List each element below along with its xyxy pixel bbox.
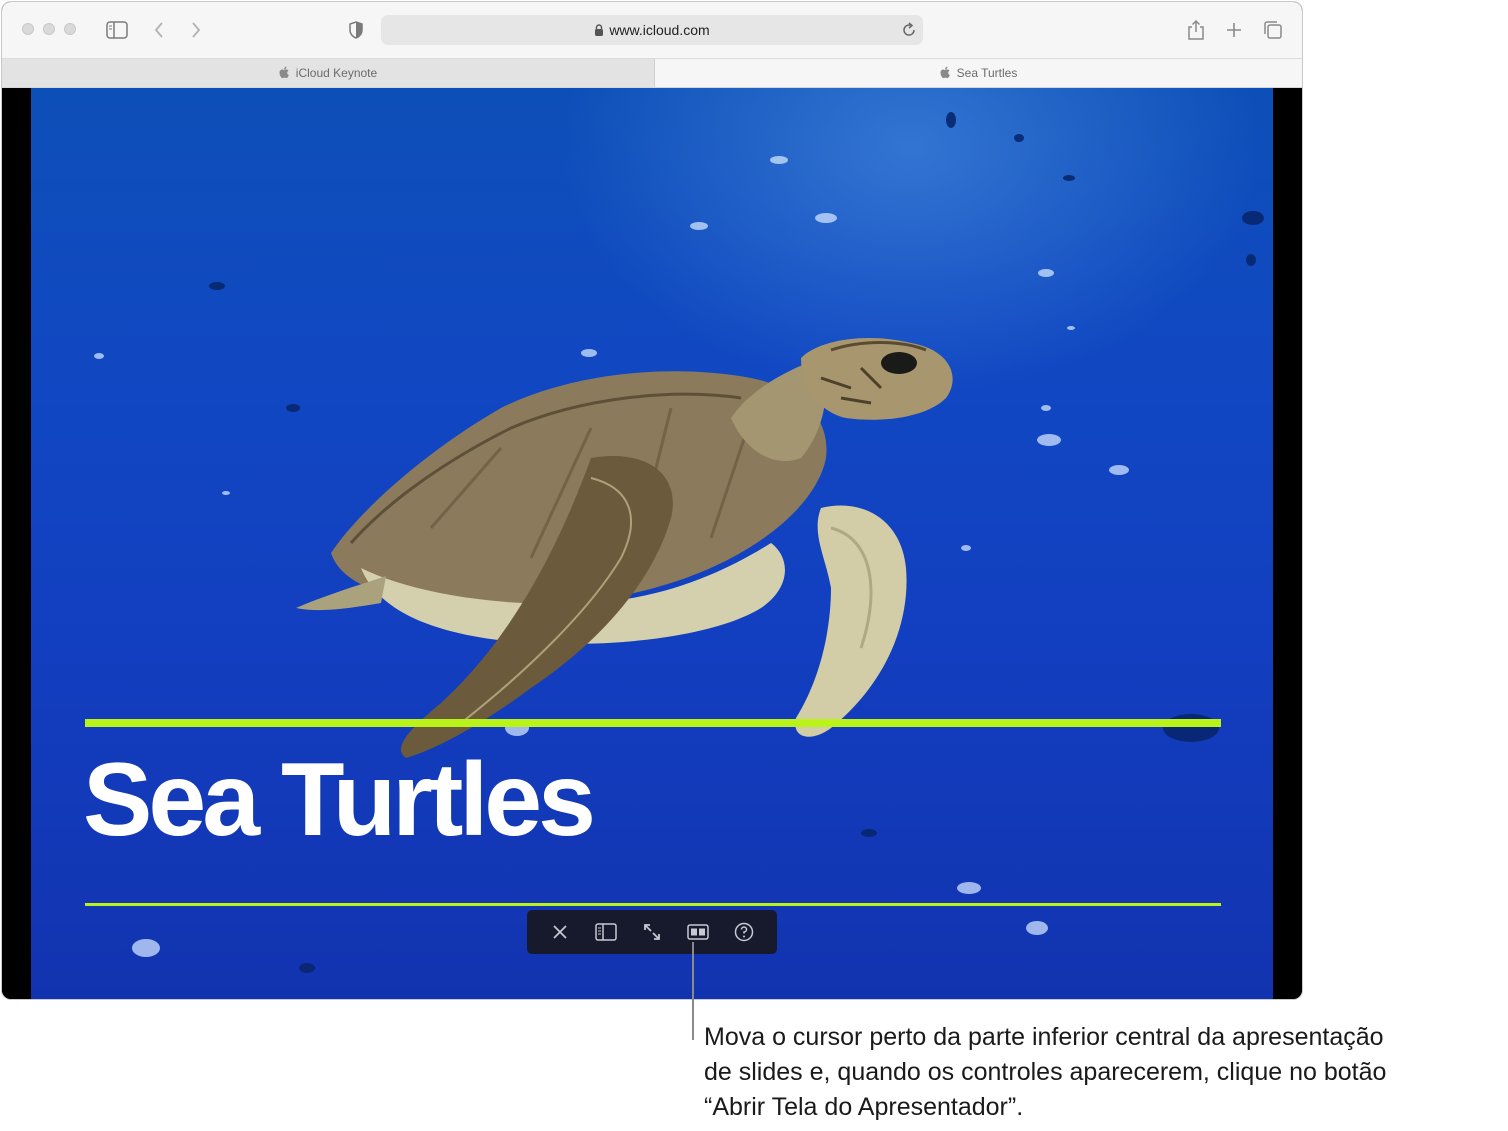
browser-window: www.icloud.com iCloud Keynote Sea Turtle… — [1, 1, 1303, 1000]
slide-title: Sea Turtles — [83, 742, 596, 858]
share-icon[interactable] — [1182, 16, 1210, 44]
address-bar[interactable]: www.icloud.com — [381, 15, 923, 45]
reload-icon[interactable] — [901, 22, 917, 43]
accent-rule-top — [85, 719, 1221, 727]
back-icon[interactable] — [145, 16, 173, 44]
slide[interactable]: Sea Turtles — [31, 88, 1273, 999]
close-icon[interactable] — [545, 917, 575, 947]
turtle-photo — [94, 112, 1264, 973]
help-icon[interactable] — [729, 917, 759, 947]
zoom-window-button[interactable] — [64, 23, 76, 35]
presenter-display-icon[interactable] — [683, 917, 713, 947]
caption-line: de slides e, quando os controles aparece… — [704, 1058, 1387, 1086]
url-text: www.icloud.com — [609, 22, 710, 38]
sidebar-toggle-icon[interactable] — [103, 16, 131, 44]
tab-icloud-keynote[interactable]: iCloud Keynote — [2, 59, 655, 87]
forward-icon[interactable] — [182, 16, 210, 44]
apple-icon — [279, 61, 290, 89]
caption-line: “Abrir Tela do Apresentador”. — [704, 1093, 1024, 1121]
apple-icon — [940, 61, 951, 89]
tab-label: Sea Turtles — [956, 66, 1018, 80]
lock-icon — [594, 16, 604, 46]
privacy-shield-icon[interactable] — [342, 16, 370, 44]
tab-sea-turtles[interactable]: Sea Turtles — [655, 59, 1302, 87]
accent-rule-bottom — [85, 903, 1221, 906]
sidebar-icon[interactable] — [591, 917, 621, 947]
tab-overview-icon[interactable] — [1259, 16, 1287, 44]
minimize-window-button[interactable] — [43, 23, 55, 35]
tab-label: iCloud Keynote — [295, 66, 378, 80]
browser-toolbar: www.icloud.com — [2, 2, 1302, 59]
close-window-button[interactable] — [22, 23, 34, 35]
new-tab-icon[interactable] — [1220, 16, 1248, 44]
exit-fullscreen-icon[interactable] — [637, 917, 667, 947]
slideshow-stage[interactable]: Sea Turtles — [2, 88, 1302, 999]
slideshow-controls — [527, 910, 777, 954]
callout-caption: Mova o cursor perto da parte inferior ce… — [704, 1020, 1504, 1125]
tab-bar: iCloud Keynote Sea Turtles — [2, 59, 1302, 88]
callout-line — [692, 942, 694, 1040]
caption-line: Mova o cursor perto da parte inferior ce… — [704, 1023, 1384, 1051]
